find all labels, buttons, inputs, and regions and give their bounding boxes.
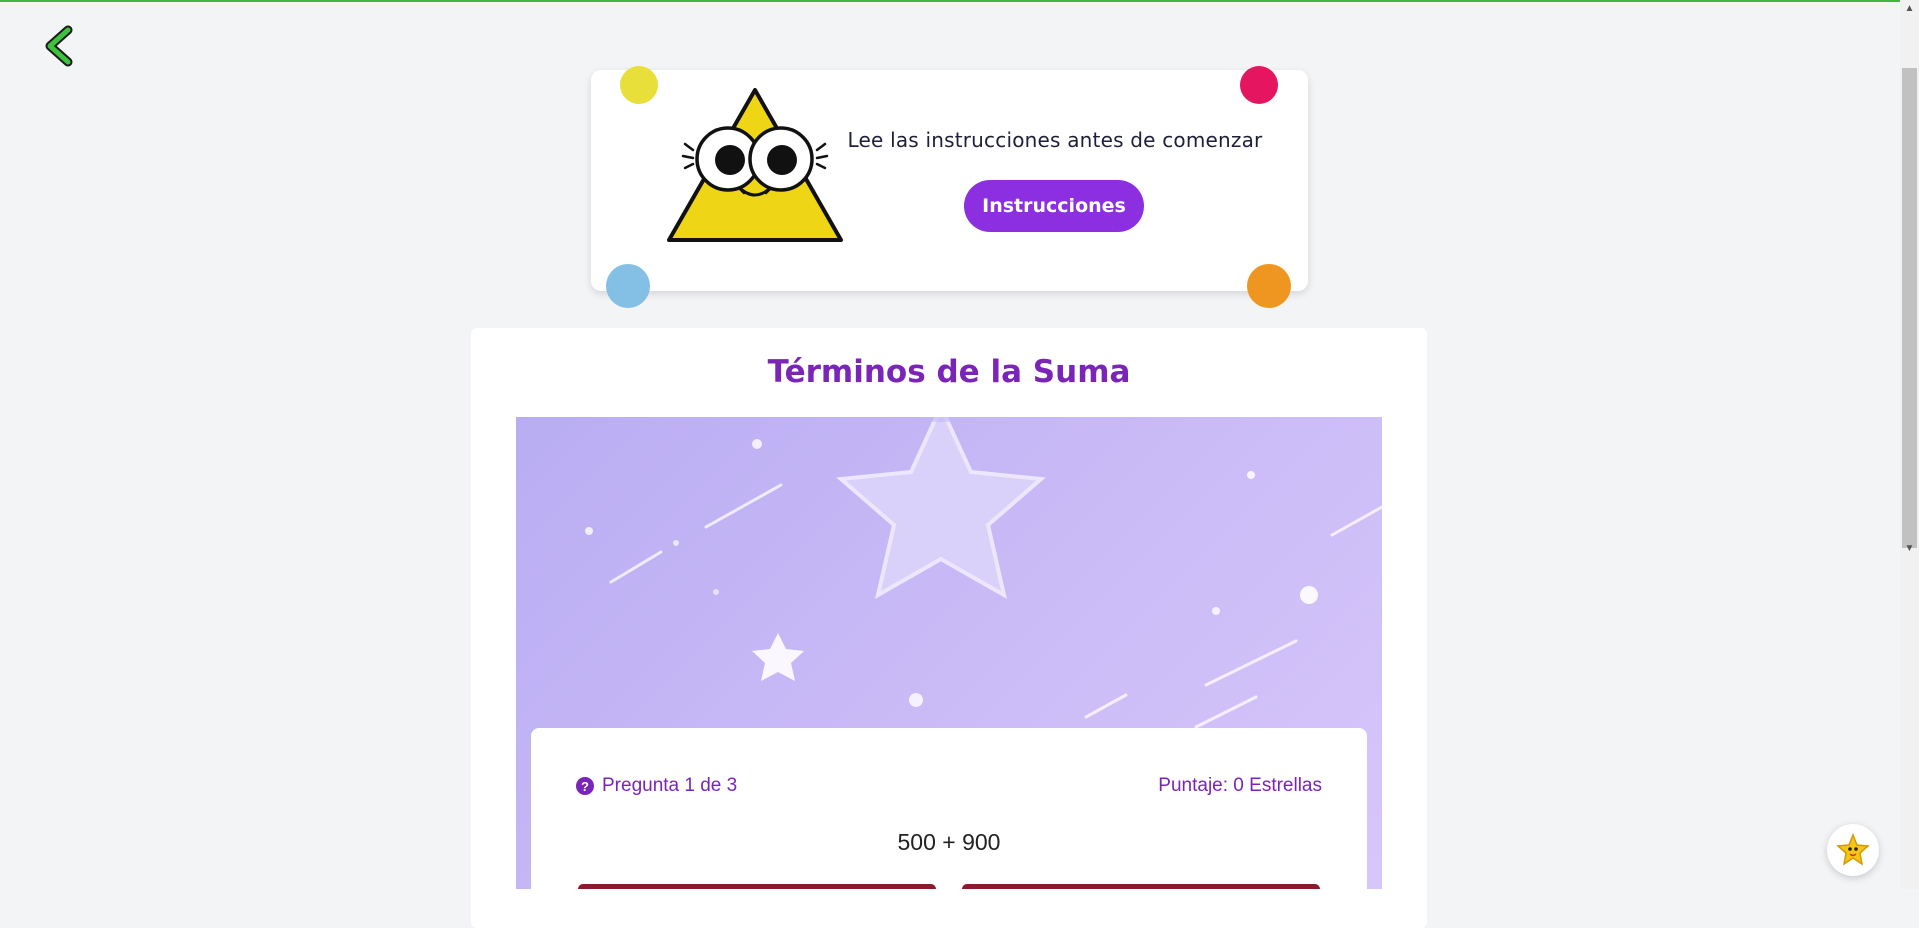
instructions-message: Lee las instrucciones antes de comenzar (847, 128, 1263, 152)
decorative-dot-blue (606, 264, 650, 308)
question-circle-icon: ? (576, 777, 594, 795)
scroll-down-arrow-icon[interactable]: ▼ (1900, 540, 1919, 557)
score-display: Puntaje: 0 Estrellas (1158, 775, 1322, 796)
lesson-title: Términos de la Suma (767, 354, 1131, 390)
instructions-button[interactable]: Instrucciones (964, 180, 1144, 232)
answer-option-1[interactable] (578, 884, 936, 889)
decorative-dot-pink (1240, 66, 1278, 104)
scrollbar-thumb[interactable] (1902, 68, 1917, 548)
question-counter: ? Pregunta 1 de 3 (576, 774, 737, 798)
triangle-mascot-icon (667, 88, 843, 242)
page-top-accent-line (0, 0, 1900, 2)
decorative-dot-yellow (620, 66, 658, 104)
back-button[interactable] (40, 24, 80, 68)
scroll-up-arrow-icon[interactable]: ▲ (1900, 0, 1919, 17)
question-card (531, 728, 1367, 928)
page-scrollbar[interactable]: ▲ ▼ (1900, 0, 1919, 889)
helper-button[interactable] (1827, 824, 1879, 876)
decorative-dot-orange (1247, 264, 1291, 308)
question-text: 500 + 900 (897, 829, 1001, 855)
instructions-button-label: Instrucciones (982, 195, 1126, 217)
answer-option-2[interactable] (962, 884, 1320, 889)
chevron-left-icon (45, 25, 73, 67)
question-counter-text: Pregunta 1 de 3 (602, 775, 738, 796)
star-helper-icon (1836, 833, 1870, 866)
